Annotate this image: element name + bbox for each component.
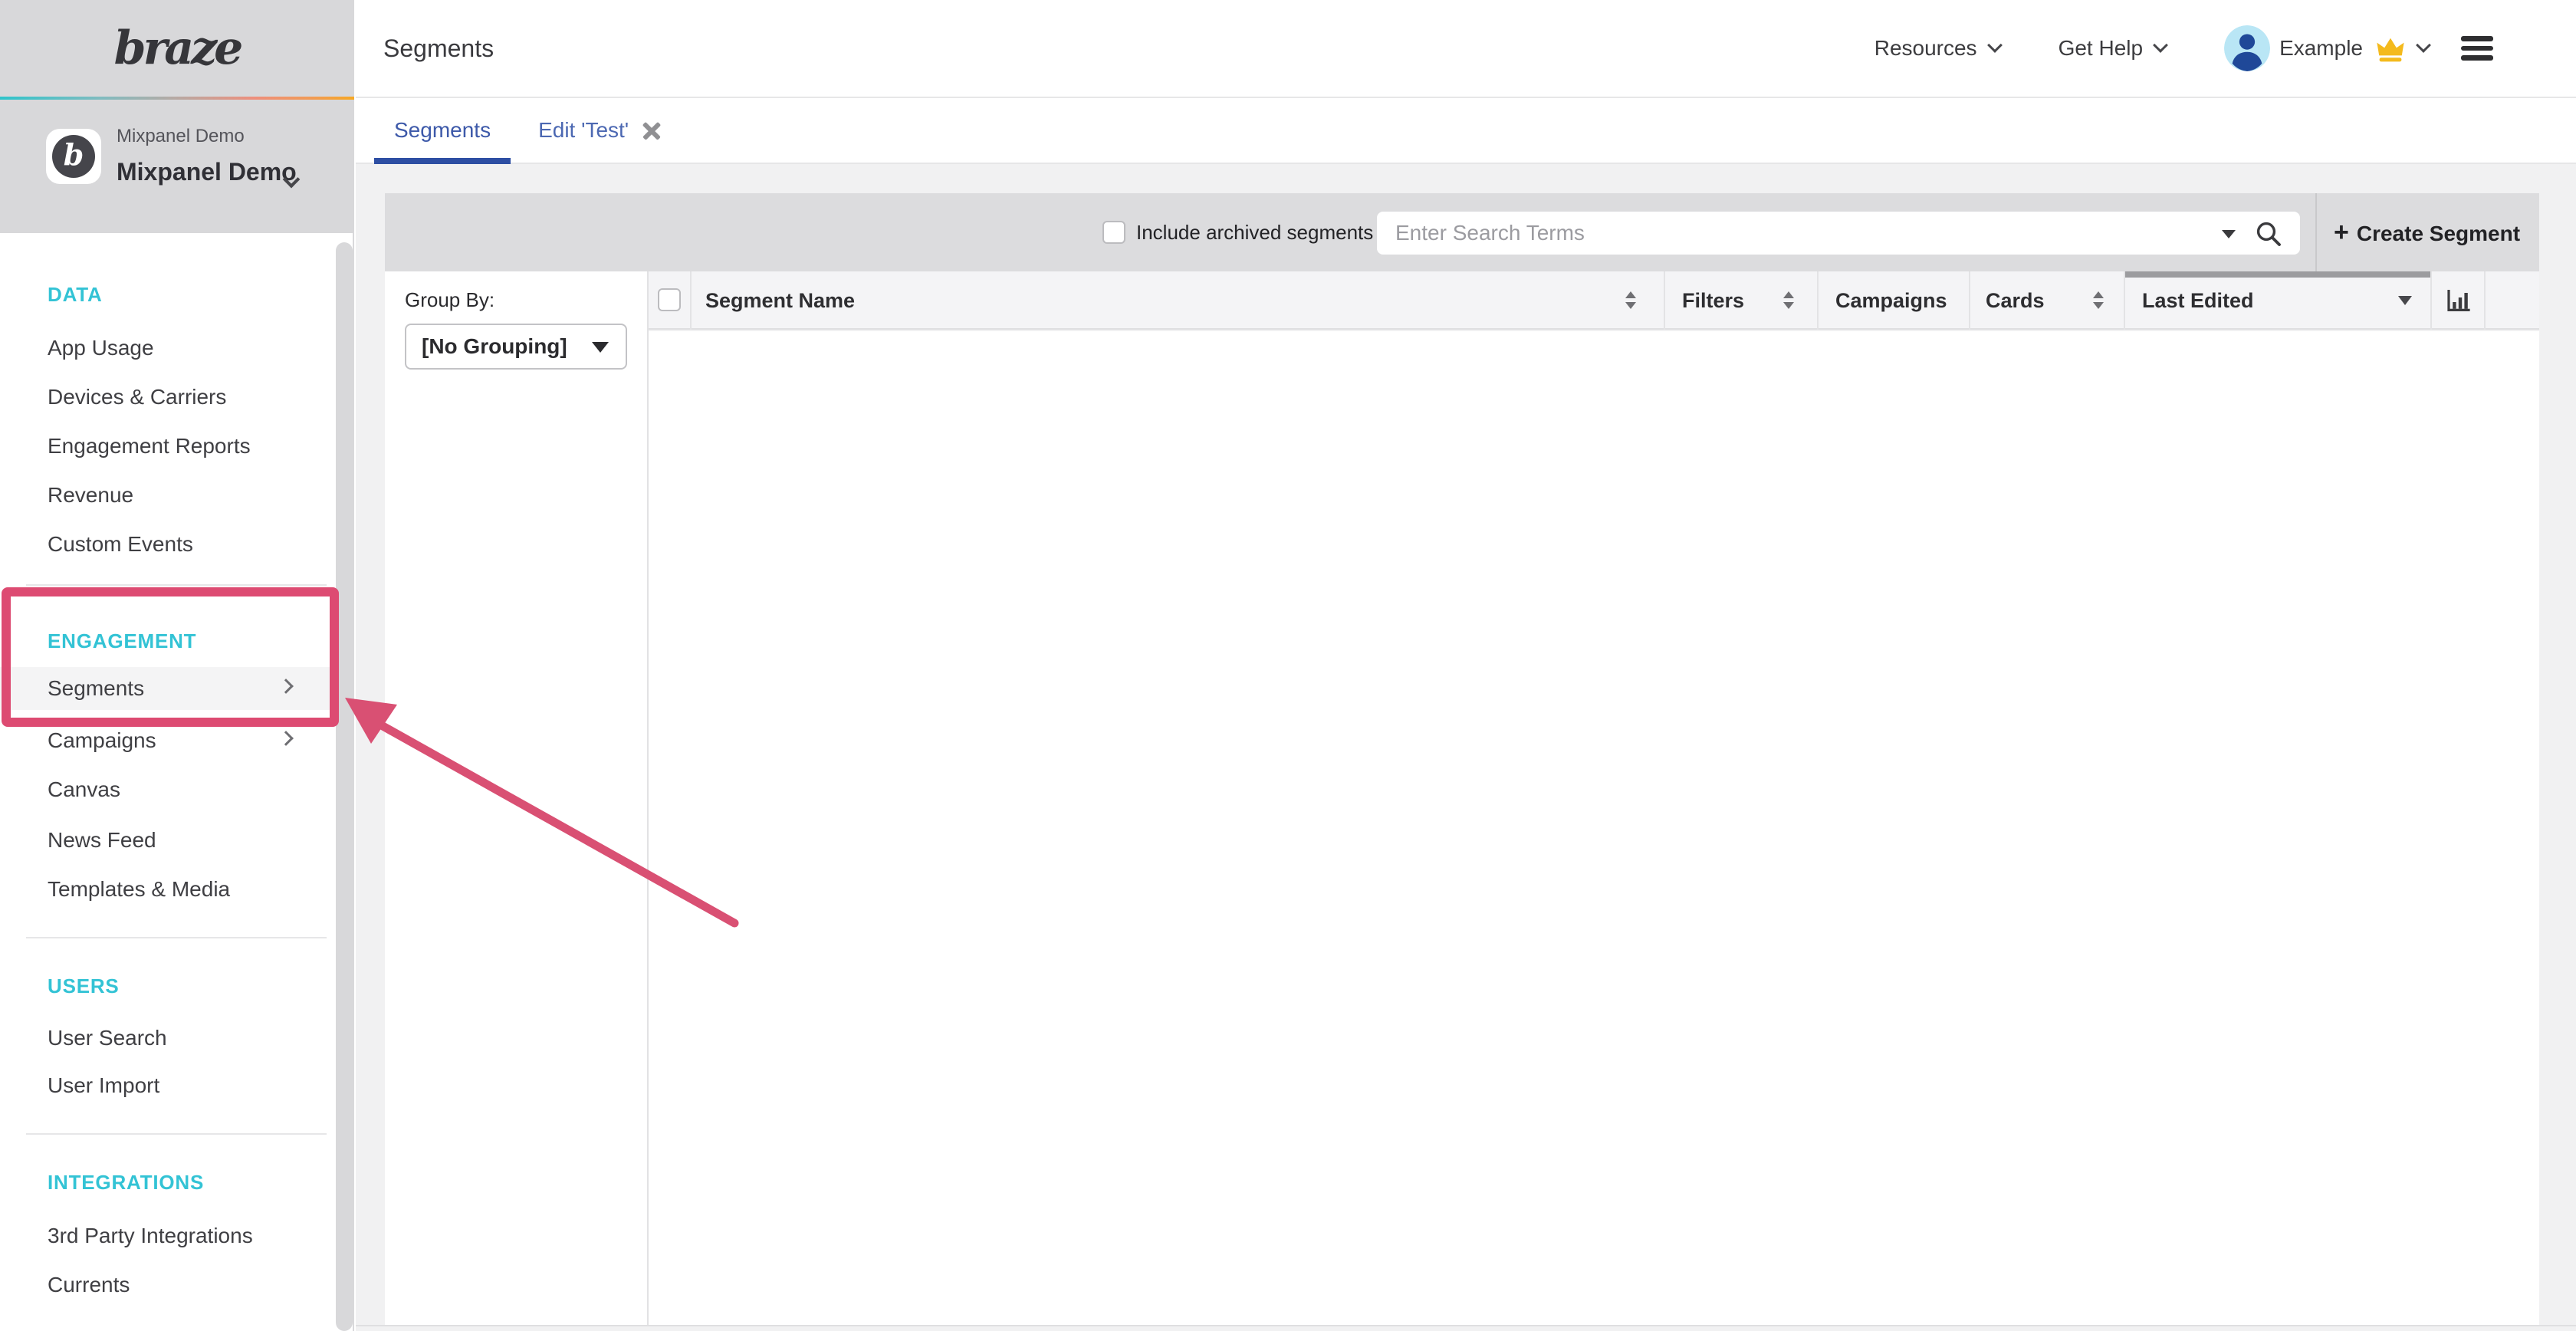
chevron-down-icon <box>2153 38 2168 53</box>
group-by-label: Group By: <box>405 288 495 312</box>
logo-block: braze <box>0 0 354 97</box>
chevron-right-icon <box>278 679 294 694</box>
include-archived-label: Include archived segments <box>1136 193 1373 271</box>
chevron-right-icon <box>278 731 294 746</box>
sort-icon-cards[interactable] <box>2093 291 2104 309</box>
user-menu[interactable]: Example <box>2224 25 2429 71</box>
group-by-panel: Group By: [No Grouping] <box>385 271 649 1325</box>
tab-label: Edit 'Test' <box>538 100 629 161</box>
hamburger-menu-icon[interactable] <box>2461 36 2493 61</box>
analytics-chart-icon[interactable] <box>2446 288 2472 318</box>
sidebar-section-data: DATA <box>48 279 103 310</box>
column-campaigns[interactable]: Campaigns <box>1835 271 1947 330</box>
chevron-down-icon <box>1987 38 2003 53</box>
sidebar-section-users: USERS <box>48 971 120 1001</box>
sidebar-item-engagement-reports[interactable]: Engagement Reports <box>0 422 334 471</box>
braze-logo: braze <box>114 21 241 75</box>
chevron-down-icon <box>2416 38 2431 53</box>
segments-table-body <box>649 331 2539 1325</box>
sidebar-section-integrations: INTEGRATIONS <box>48 1167 204 1198</box>
sidebar-section-engagement: ENGAGEMENT <box>48 626 196 656</box>
content-area: Include archived segments + Create Segmen… <box>356 164 2576 1331</box>
tab-label: Segments <box>394 100 491 161</box>
sidebar-item-segments[interactable]: Segments <box>0 667 334 710</box>
resources-label: Resources <box>1875 36 1977 61</box>
sidebar-item-label: Segments <box>48 676 144 700</box>
get-help-menu[interactable]: Get Help <box>2058 36 2167 61</box>
workspace-label: Mixpanel Demo <box>117 126 245 147</box>
select-all-checkbox[interactable] <box>658 288 681 311</box>
toolbar-divider <box>2315 193 2317 271</box>
sidebar-item-devices-carriers[interactable]: Devices & Carriers <box>0 373 334 422</box>
column-cards[interactable]: Cards <box>1986 271 2045 330</box>
create-segment-label: Create Segment <box>2357 222 2520 245</box>
workspace-app-icon: b <box>46 129 101 184</box>
sidebar-item-custom-events[interactable]: Custom Events <box>0 520 334 569</box>
include-archived-checkbox[interactable] <box>1102 221 1125 244</box>
column-last-edited[interactable]: Last Edited <box>2142 271 2254 330</box>
sidebar-item-label: Campaigns <box>48 728 156 752</box>
sort-icon-segment-name[interactable] <box>1625 291 1636 309</box>
sidebar-divider <box>26 584 327 586</box>
sidebar-item-3rd-party-integrations[interactable]: 3rd Party Integrations <box>0 1211 334 1260</box>
plus-icon: + <box>2334 218 2349 247</box>
app-icon-letter: b <box>64 140 84 169</box>
page-title: Segments <box>383 0 494 97</box>
braze-dashboard: braze b Mixpanel Demo Mixpanel Demo DATA… <box>0 0 2576 1331</box>
sidebar-divider <box>26 1133 327 1135</box>
crown-icon <box>2375 37 2406 63</box>
workspace-name: Mixpanel Demo <box>117 158 297 186</box>
sidebar-item-app-usage[interactable]: App Usage <box>0 324 334 373</box>
sidebar-scrollbar[interactable] <box>336 242 353 1331</box>
segments-table-header: Segment Name Filters Campaigns Cards Las… <box>649 271 2539 330</box>
create-segment-button[interactable]: + Create Segment <box>2334 193 2520 271</box>
tab-edit-test[interactable]: Edit 'Test' <box>518 98 681 163</box>
search-field-wrap <box>1377 212 2300 255</box>
search-input[interactable] <box>1377 212 2300 255</box>
sidebar-item-news-feed[interactable]: News Feed <box>0 816 334 865</box>
tab-bar: Segments Edit 'Test' <box>356 98 2576 164</box>
group-by-select[interactable]: [No Grouping] <box>405 324 627 370</box>
sidebar: braze b Mixpanel Demo Mixpanel Demo DATA… <box>0 0 354 1331</box>
sort-icon-filters[interactable] <box>1783 291 1794 309</box>
sidebar-item-campaigns[interactable]: Campaigns <box>0 716 334 765</box>
segments-toolbar: Include archived segments + Create Segmen… <box>385 193 2539 271</box>
sidebar-item-canvas[interactable]: Canvas <box>0 765 334 814</box>
user-name: Example <box>2279 36 2363 61</box>
column-segment-name[interactable]: Segment Name <box>705 271 855 330</box>
sidebar-divider <box>26 937 327 938</box>
panel-bottom-border <box>356 1325 2576 1326</box>
sidebar-item-revenue[interactable]: Revenue <box>0 471 334 520</box>
avatar <box>2224 25 2270 71</box>
header-nav: Resources Get Help Example <box>1875 0 2493 97</box>
search-dropdown-caret-icon[interactable] <box>2222 230 2236 238</box>
app-header: Segments Resources Get Help <box>356 0 2576 98</box>
caret-down-icon <box>592 342 609 353</box>
sidebar-item-user-import[interactable]: User Import <box>0 1061 334 1110</box>
sidebar-item-currents[interactable]: Currents <box>0 1260 334 1310</box>
resources-menu[interactable]: Resources <box>1875 36 2000 61</box>
get-help-label: Get Help <box>2058 36 2144 61</box>
group-by-value: [No Grouping] <box>422 334 567 358</box>
search-icon[interactable] <box>2256 221 2282 253</box>
workspace-selector[interactable]: b Mixpanel Demo Mixpanel Demo <box>0 100 354 233</box>
sidebar-item-templates-media[interactable]: Templates & Media <box>0 865 334 914</box>
sidebar-item-user-search[interactable]: User Search <box>0 1014 334 1063</box>
column-filters[interactable]: Filters <box>1682 271 1744 330</box>
close-icon[interactable] <box>642 121 661 140</box>
sort-desc-icon[interactable] <box>2398 296 2412 305</box>
tab-segments[interactable]: Segments <box>374 98 511 163</box>
